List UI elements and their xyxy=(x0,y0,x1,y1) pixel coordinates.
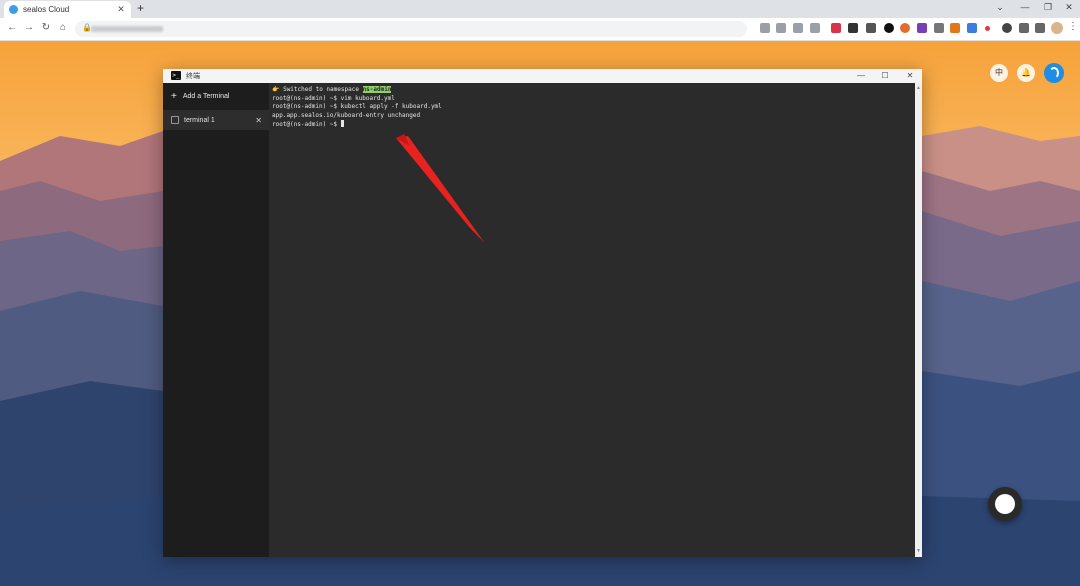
extension-icon[interactable] xyxy=(848,23,858,33)
puzzle-icon[interactable] xyxy=(1019,23,1029,33)
terminal-sidebar: + Add a Terminal terminal 1 ✕ xyxy=(163,83,269,557)
terminal-tab-item[interactable]: terminal 1 ✕ xyxy=(163,110,269,130)
extension-icon[interactable] xyxy=(917,23,927,33)
extension-icon[interactable] xyxy=(884,23,894,33)
new-tab-button[interactable]: + xyxy=(137,1,144,15)
console-line: app.app.sealos.io/kuboard-entry unchange… xyxy=(272,112,421,119)
tab-search-icon[interactable]: ⌄ xyxy=(993,2,1007,13)
browser-tab-strip: sealos Cloud ✕ + ⌄ — ❐ ✕ xyxy=(0,0,1080,18)
reload-icon[interactable]: ↻ xyxy=(40,22,52,33)
terminal-tab-close-icon[interactable]: ✕ xyxy=(255,116,262,125)
terminal-scrollbar[interactable]: ▲ ▼ xyxy=(915,83,922,557)
extension-icon[interactable] xyxy=(985,26,990,31)
terminal-tab-icon xyxy=(171,116,179,124)
extension-icon[interactable] xyxy=(831,23,841,33)
add-terminal-label: Add a Terminal xyxy=(182,93,230,100)
extension-icon[interactable] xyxy=(866,23,876,33)
extension-icon[interactable] xyxy=(900,23,910,33)
terminal-console[interactable]: 👉 Switched to namespace ns-admin root@(n… xyxy=(269,83,915,557)
side-panel-icon[interactable] xyxy=(1035,23,1045,33)
console-prompt: root@(ns-admin) ~$ xyxy=(272,121,341,128)
extension-icon[interactable] xyxy=(1002,23,1012,33)
extension-icon[interactable] xyxy=(934,23,944,33)
console-line-text: 👉 Switched to namespace xyxy=(272,86,363,93)
terminal-maximize-button[interactable]: ☐ xyxy=(879,71,891,80)
terminal-close-button[interactable]: ✕ xyxy=(904,71,916,80)
share-icon[interactable] xyxy=(793,23,803,33)
terminal-window-title: 终端 xyxy=(186,73,200,80)
window-close-button[interactable]: ✕ xyxy=(1062,2,1076,13)
console-prompt-line: root@(ns-admin) ~$ xyxy=(272,120,344,128)
metamask-icon[interactable] xyxy=(950,23,960,33)
console-line: root@(ns-admin) ~$ kubectl apply -f kubo… xyxy=(272,103,442,110)
key-icon[interactable] xyxy=(760,23,770,33)
terminal-minimize-button[interactable]: — xyxy=(855,71,867,80)
forward-icon[interactable]: → xyxy=(23,22,35,33)
profile-avatar[interactable] xyxy=(1051,22,1063,34)
tab-close-icon[interactable]: ✕ xyxy=(116,4,126,15)
blurred-url xyxy=(91,26,163,32)
terminal-app-icon: >_ xyxy=(171,71,181,80)
back-icon[interactable]: ← xyxy=(6,22,18,33)
console-line: 👉 Switched to namespace ns-admin xyxy=(272,86,392,93)
terminal-tab-label: terminal 1 xyxy=(184,116,215,124)
console-line: root@(ns-admin) ~$ vim kuboard.yml xyxy=(272,95,395,102)
terminal-window-titlebar[interactable]: >_ 终端 — ☐ ✕ xyxy=(163,69,922,83)
terminal-window: >_ 终端 — ☐ ✕ + Add a Terminal terminal 1 … xyxy=(163,69,922,557)
scroll-up-icon[interactable]: ▲ xyxy=(916,85,921,91)
plus-icon: + xyxy=(171,91,177,102)
install-icon[interactable] xyxy=(776,23,786,33)
scroll-down-icon[interactable]: ▼ xyxy=(916,548,921,554)
sealos-favicon-icon xyxy=(9,5,18,14)
bookmark-star-icon[interactable] xyxy=(810,23,820,33)
tab-title: sealos Cloud xyxy=(23,5,70,14)
text-cursor xyxy=(340,120,344,127)
assistive-float-button[interactable] xyxy=(988,487,1022,521)
window-restore-button[interactable]: ❐ xyxy=(1041,2,1055,13)
browser-toolbar: ← → ↻ ⌂ 🔒 ⋮ xyxy=(0,18,1080,41)
namespace-highlight: ns-admin xyxy=(362,86,392,93)
browser-menu-icon[interactable]: ⋮ xyxy=(1068,21,1078,32)
language-switch-button[interactable]: 中 xyxy=(990,64,1008,82)
add-terminal-button[interactable]: + Add a Terminal xyxy=(171,91,229,102)
sealos-logo-icon[interactable] xyxy=(1044,63,1064,83)
browser-tab[interactable]: sealos Cloud ✕ xyxy=(4,1,131,18)
home-icon[interactable]: ⌂ xyxy=(57,22,69,33)
extension-icon[interactable] xyxy=(967,23,977,33)
window-minimize-button[interactable]: — xyxy=(1018,2,1032,12)
sealos-desktop: 中 🔔 >_ 终端 — ☐ ✕ + Add a Terminal termina… xyxy=(0,41,1080,586)
address-bar[interactable]: 🔒 xyxy=(75,21,747,37)
notification-bell-icon[interactable]: 🔔 xyxy=(1017,64,1035,82)
